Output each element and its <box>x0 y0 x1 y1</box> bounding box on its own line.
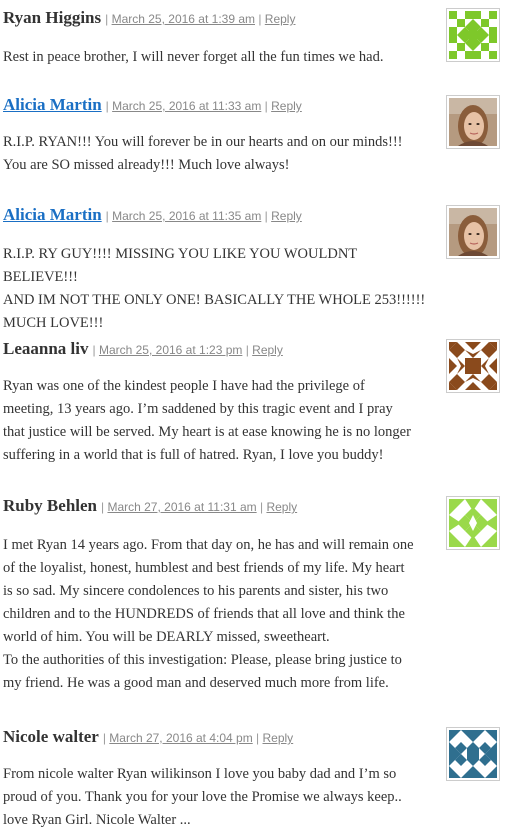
comment-text: suffering in a world that is full of hat… <box>3 447 384 463</box>
comment-author-link[interactable]: Alicia Martin <box>3 205 102 224</box>
comment-meta: | March 25, 2016 at 11:33 am | Reply <box>105 99 302 113</box>
comment-header: Ruby Behlen | March 27, 2016 at 11:31 am… <box>3 496 297 518</box>
comment-text: From nicole walter Ryan wilikinson I lov… <box>3 766 397 782</box>
comment-header: Leaanna liv | March 25, 2016 at 1:23 pm … <box>3 339 283 361</box>
comment-body: I met Ryan 14 years ago. From that day o… <box>3 534 433 695</box>
comment-body: R.I.P. RY GUY!!!! MISSING YOU LIKE YOU W… <box>3 243 433 335</box>
comment-date-link[interactable]: March 27, 2016 at 11:31 am <box>107 500 256 514</box>
comment-list: Ryan Higgins | March 25, 2016 at 1:39 am… <box>0 0 508 837</box>
comment-text: that justice will be served. My heart is… <box>3 424 411 440</box>
user-photo-avatar <box>449 208 497 256</box>
comment-author: Ruby Behlen <box>3 496 97 515</box>
comment-author: Nicole walter <box>3 727 99 746</box>
comment-date-link[interactable]: March 27, 2016 at 4:04 pm <box>109 731 252 745</box>
user-photo-avatar <box>449 98 497 146</box>
comment-text: Ryan was one of the kindest people I hav… <box>3 378 365 394</box>
comment-text: meeting, 13 years ago. I’m saddened by t… <box>3 401 393 417</box>
reply-link[interactable]: Reply <box>271 99 302 113</box>
comment-header: Alicia Martin | March 25, 2016 at 11:35 … <box>3 205 302 227</box>
reply-link[interactable]: Reply <box>265 12 296 26</box>
identicon-blue-avatar <box>449 730 497 778</box>
reply-link[interactable]: Reply <box>266 500 297 514</box>
avatar <box>446 727 500 781</box>
comment-date-link[interactable]: March 25, 2016 at 11:33 am <box>112 99 261 113</box>
comment-header: Ryan Higgins | March 25, 2016 at 1:39 am… <box>3 8 295 30</box>
avatar <box>446 339 500 393</box>
comment-meta: | March 25, 2016 at 1:39 am | Reply <box>105 12 296 26</box>
avatar <box>446 496 500 550</box>
comment-text: AND IM NOT THE ONLY ONE! BASICALLY THE W… <box>3 292 426 308</box>
comment-text: R.I.P. RYAN!!! You will forever be in ou… <box>3 134 403 150</box>
reply-link[interactable]: Reply <box>271 209 302 223</box>
avatar <box>446 205 500 259</box>
identicon-brown-avatar <box>449 342 497 390</box>
identicon-green-avatar <box>449 11 497 59</box>
comment-date-link[interactable]: March 25, 2016 at 1:23 pm <box>99 343 242 357</box>
comment-author-link[interactable]: Alicia Martin <box>3 95 102 114</box>
reply-link[interactable]: Reply <box>263 731 294 745</box>
comment-text: my friend. He was a good man and deserve… <box>3 675 389 691</box>
comment-text: MUCH LOVE!!! <box>3 315 104 331</box>
comment-header: Alicia Martin | March 25, 2016 at 11:33 … <box>3 95 302 117</box>
comment-text: is so sad. My sincere condolences to his… <box>3 583 389 599</box>
comment-text: proud of you. Thank you for your love th… <box>3 789 402 805</box>
comment-text: of the loyalist, honest, humblest and be… <box>3 560 405 576</box>
comment-text: You are SO missed already!!! Much love a… <box>3 157 290 173</box>
reply-link[interactable]: Reply <box>252 343 283 357</box>
comment-text: Rest in peace brother, I will never forg… <box>3 49 384 65</box>
comment-body: Ryan was one of the kindest people I hav… <box>3 375 433 467</box>
comment-date-link[interactable]: March 25, 2016 at 11:35 am <box>112 209 261 223</box>
comment-text: love Ryan Girl. Nicole Walter ... <box>3 812 191 828</box>
identicon-lime-avatar <box>449 499 497 547</box>
comment-header: Nicole walter | March 27, 2016 at 4:04 p… <box>3 727 293 749</box>
avatar <box>446 8 500 62</box>
comment-author: Ryan Higgins <box>3 8 102 27</box>
comment-body: Rest in peace brother, I will never forg… <box>3 46 433 69</box>
comment-text: To the authorities of this investigation… <box>3 652 402 668</box>
comment-text: children and to the HUNDREDS of friends … <box>3 606 405 622</box>
comment-meta: | March 25, 2016 at 11:35 am | Reply <box>105 209 302 223</box>
comment-text: I met Ryan 14 years ago. From that day o… <box>3 537 414 553</box>
comment-body: From nicole walter Ryan wilikinson I lov… <box>3 763 433 832</box>
comment-meta: | March 27, 2016 at 11:31 am | Reply <box>101 500 298 514</box>
comment-meta: | March 25, 2016 at 1:23 pm | Reply <box>92 343 283 357</box>
comment-meta: | March 27, 2016 at 4:04 pm | Reply <box>102 731 294 745</box>
comment-body: R.I.P. RYAN!!! You will forever be in ou… <box>3 131 433 177</box>
comment-text: world of him. You will be DEARLY missed,… <box>3 629 330 645</box>
avatar <box>446 95 500 149</box>
comment-date-link[interactable]: March 25, 2016 at 1:39 am <box>112 12 255 26</box>
comment-text: R.I.P. RY GUY!!!! MISSING YOU LIKE YOU W… <box>3 246 357 285</box>
comment-author: Leaanna liv <box>3 339 89 358</box>
